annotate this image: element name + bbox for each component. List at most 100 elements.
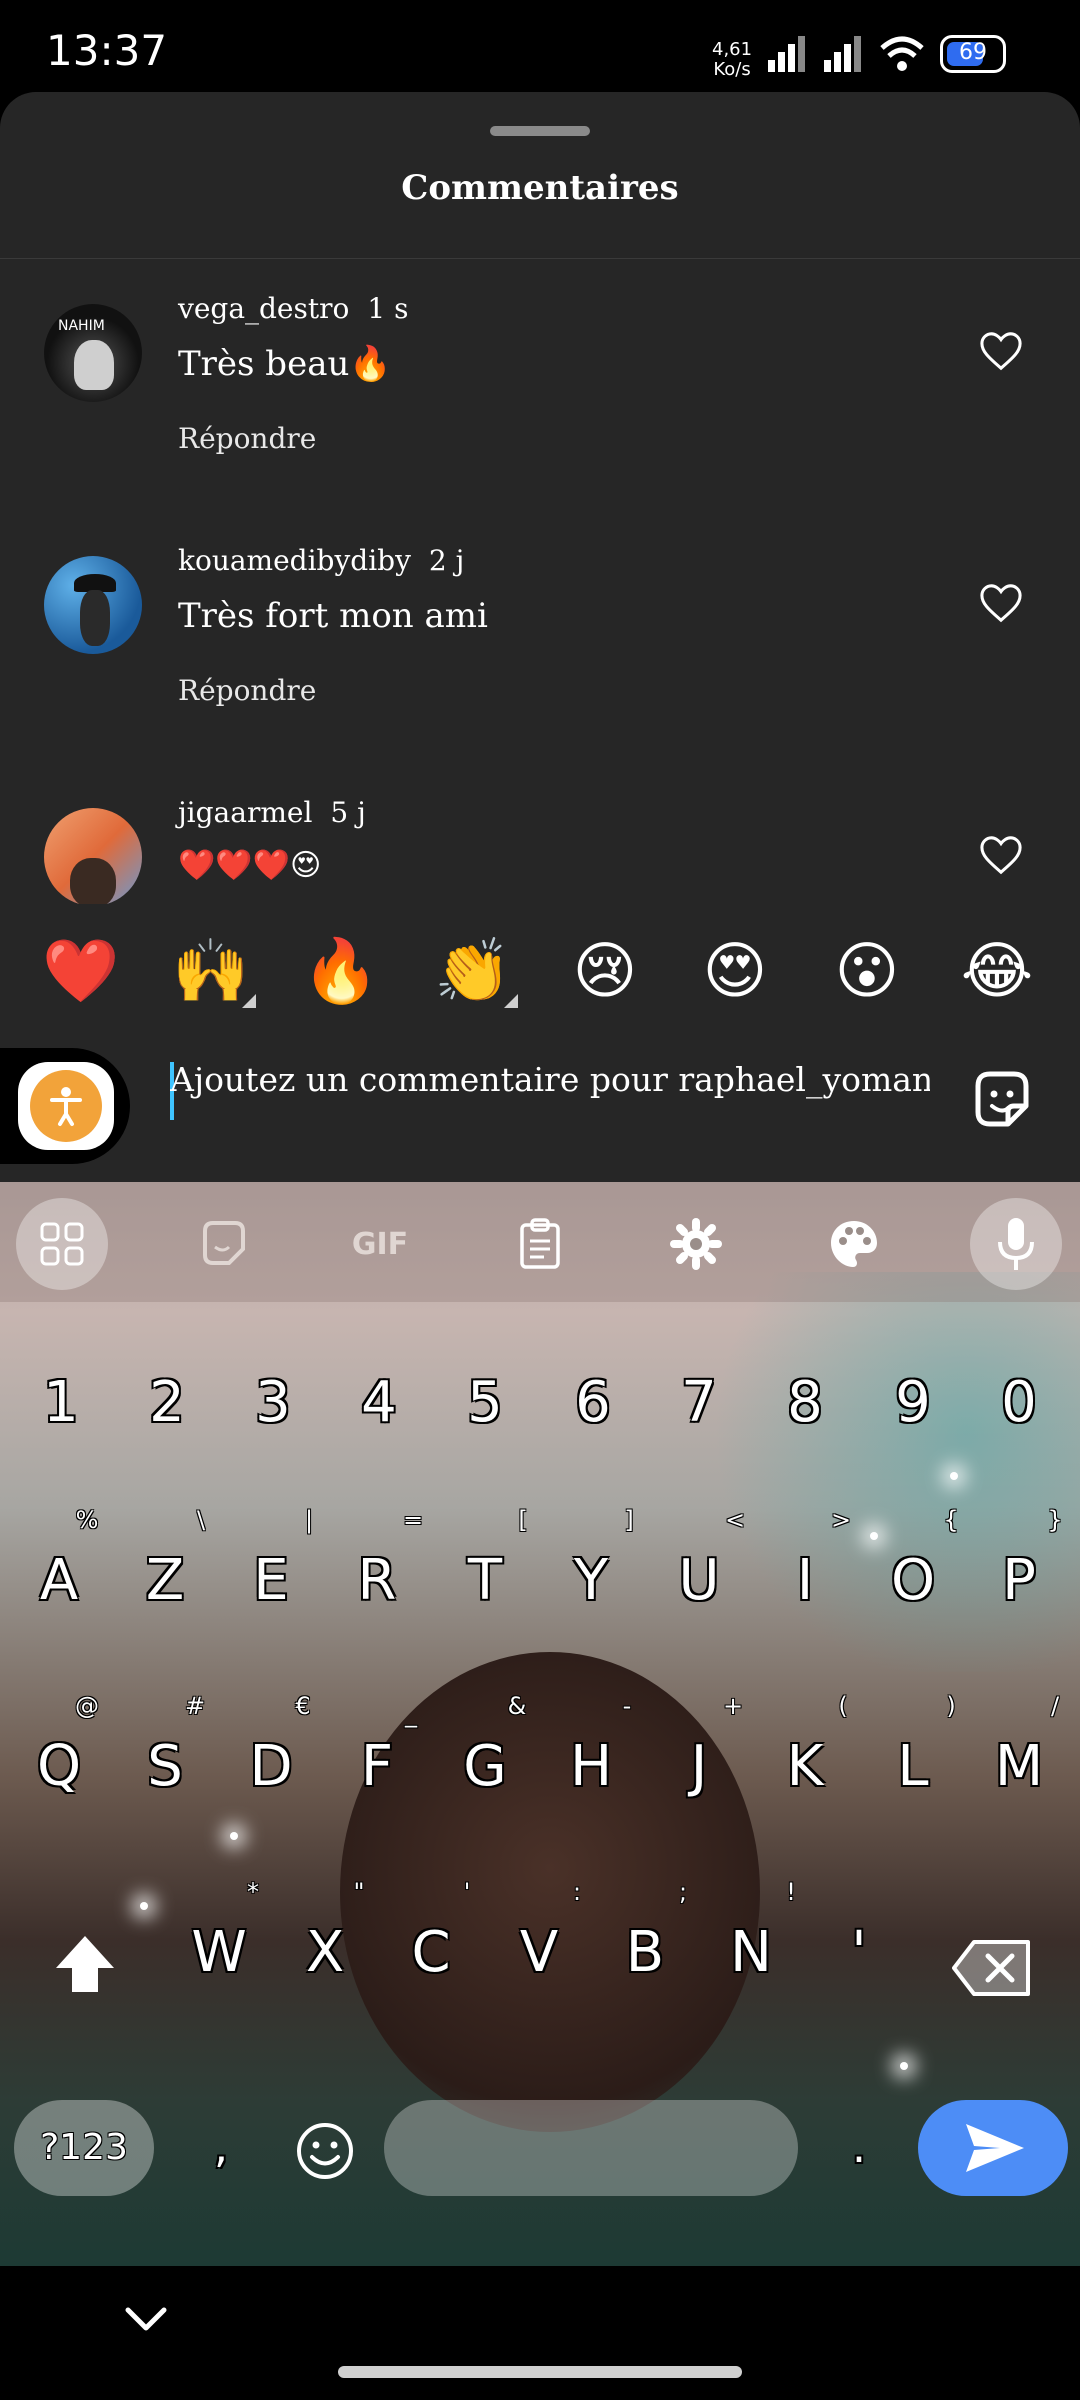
- backspace-key[interactable]: [948, 1928, 1038, 2008]
- comment-input[interactable]: [170, 1060, 930, 1099]
- key-9[interactable]: 9: [868, 1370, 958, 1435]
- emoji-laughing[interactable]: 😂: [952, 934, 1042, 1007]
- key-3[interactable]: 3: [228, 1370, 318, 1435]
- period-key[interactable]: .: [814, 2122, 904, 2173]
- sticker-button[interactable]: [178, 1198, 270, 1290]
- voice-input-button[interactable]: [970, 1198, 1062, 1290]
- key-2[interactable]: 2: [122, 1370, 212, 1435]
- key-m[interactable]: M: [974, 1734, 1064, 1799]
- gif-button[interactable]: GIF: [334, 1198, 426, 1290]
- microphone-icon: [998, 1218, 1034, 1270]
- emoji-clapping-glyph: 👏: [434, 934, 512, 1007]
- emoji-heart[interactable]: ❤️: [36, 934, 126, 1008]
- key-4[interactable]: 4: [334, 1370, 424, 1435]
- key-5[interactable]: 5: [440, 1370, 530, 1435]
- clipboard-button[interactable]: [494, 1198, 586, 1290]
- network-speed-unit: Ko/s: [713, 59, 751, 80]
- wifi-icon: [880, 36, 924, 71]
- apps-grid-button[interactable]: [16, 1198, 108, 1290]
- key-k[interactable]: K: [760, 1734, 850, 1799]
- key-hint: ": [353, 1878, 365, 1906]
- key-e[interactable]: E: [226, 1548, 316, 1613]
- key-hint: !: [786, 1878, 796, 1906]
- key-n[interactable]: N: [706, 1920, 796, 1985]
- emoji-raising-hands[interactable]: 🙌: [166, 934, 256, 1008]
- key-z[interactable]: Z: [120, 1548, 210, 1613]
- accessibility-button[interactable]: [0, 1048, 130, 1164]
- key-p[interactable]: P: [974, 1548, 1064, 1613]
- comment-username[interactable]: jigaarmel: [178, 796, 312, 829]
- key-h[interactable]: H: [546, 1734, 636, 1799]
- comma-key[interactable]: ,: [176, 2122, 266, 2173]
- status-bar: 13:37 4,61 Ko/s 69: [0, 0, 1080, 92]
- avatar[interactable]: [44, 808, 142, 906]
- like-heart-icon[interactable]: [978, 834, 1024, 876]
- key-hint: ': [463, 1878, 471, 1906]
- reply-button[interactable]: Répondre: [178, 674, 316, 707]
- comment-author[interactable]: jigaarmel 5 j: [178, 796, 366, 829]
- symbols-key[interactable]: ?123: [14, 2100, 154, 2196]
- emoji-crying[interactable]: 😢: [560, 934, 650, 1007]
- key-f[interactable]: F: [332, 1734, 422, 1799]
- comment-author[interactable]: kouamedibydiby 2 j: [178, 544, 464, 577]
- avatar[interactable]: NAHIM: [44, 304, 142, 402]
- chevron-down-icon[interactable]: [122, 2302, 170, 2336]
- key-y[interactable]: Y: [546, 1548, 636, 1613]
- key-hint: }: [1047, 1506, 1063, 1534]
- key-l[interactable]: L: [868, 1734, 958, 1799]
- key-hint: ): [946, 1692, 956, 1720]
- emoji-key[interactable]: [290, 2116, 360, 2186]
- key-6[interactable]: 6: [548, 1370, 638, 1435]
- key-j[interactable]: J: [654, 1734, 744, 1799]
- reply-button[interactable]: Répondre: [178, 422, 316, 455]
- emoji-surprised[interactable]: 😮: [822, 934, 912, 1007]
- key-u[interactable]: U: [654, 1548, 744, 1613]
- key-7[interactable]: 7: [654, 1370, 744, 1435]
- like-heart-icon[interactable]: [978, 330, 1024, 372]
- comment-time: 5 j: [330, 796, 366, 829]
- emoji-clapping[interactable]: 👏: [428, 934, 518, 1008]
- like-heart-icon[interactable]: [978, 582, 1024, 624]
- comment-username[interactable]: vega_destro: [178, 292, 349, 325]
- settings-button[interactable]: [650, 1198, 742, 1290]
- key-0[interactable]: 0: [974, 1370, 1064, 1435]
- key-1[interactable]: 1: [16, 1370, 106, 1435]
- key-w[interactable]: W: [174, 1920, 264, 1985]
- key-apostrophe[interactable]: ': [814, 1920, 904, 1985]
- key-b[interactable]: B: [600, 1920, 690, 1985]
- key-a[interactable]: A: [14, 1548, 104, 1613]
- key-g[interactable]: G: [440, 1734, 530, 1799]
- key-r[interactable]: R: [332, 1548, 422, 1613]
- sticker-icon[interactable]: [968, 1066, 1036, 1134]
- signal-icon-2: [824, 36, 861, 72]
- key-hint: /: [1050, 1692, 1060, 1720]
- space-key[interactable]: [384, 2100, 798, 2196]
- comment-text: Très beau🔥: [178, 344, 392, 384]
- home-gesture-bar[interactable]: [338, 2366, 742, 2378]
- key-q[interactable]: Q: [14, 1734, 104, 1799]
- key-8[interactable]: 8: [760, 1370, 850, 1435]
- shift-key[interactable]: [40, 1920, 130, 2010]
- comment-text: ❤️❤️❤️😍: [178, 848, 322, 883]
- key-x[interactable]: X: [280, 1920, 370, 1985]
- send-icon: [966, 2124, 1024, 2172]
- send-button[interactable]: [918, 2100, 1068, 2196]
- key-d[interactable]: D: [226, 1734, 316, 1799]
- emoji-fire[interactable]: 🔥: [296, 934, 386, 1008]
- theme-button[interactable]: [808, 1198, 900, 1290]
- comment-username[interactable]: kouamedibydiby: [178, 544, 411, 577]
- drag-handle[interactable]: [490, 126, 590, 136]
- key-i[interactable]: I: [760, 1548, 850, 1613]
- sticker-icon: [203, 1221, 245, 1265]
- navigation-bar: [0, 2266, 1080, 2400]
- key-o[interactable]: O: [868, 1548, 958, 1613]
- key-v[interactable]: V: [494, 1920, 584, 1985]
- emoji-heart-eyes[interactable]: 😍: [690, 934, 780, 1007]
- key-c[interactable]: C: [386, 1920, 476, 1985]
- comment-author[interactable]: vega_destro 1 s: [178, 292, 408, 325]
- avatar[interactable]: [44, 556, 142, 654]
- comment-time: 1 s: [367, 292, 409, 325]
- key-hint: €: [295, 1692, 311, 1720]
- key-s[interactable]: S: [120, 1734, 210, 1799]
- key-t[interactable]: T: [440, 1548, 530, 1613]
